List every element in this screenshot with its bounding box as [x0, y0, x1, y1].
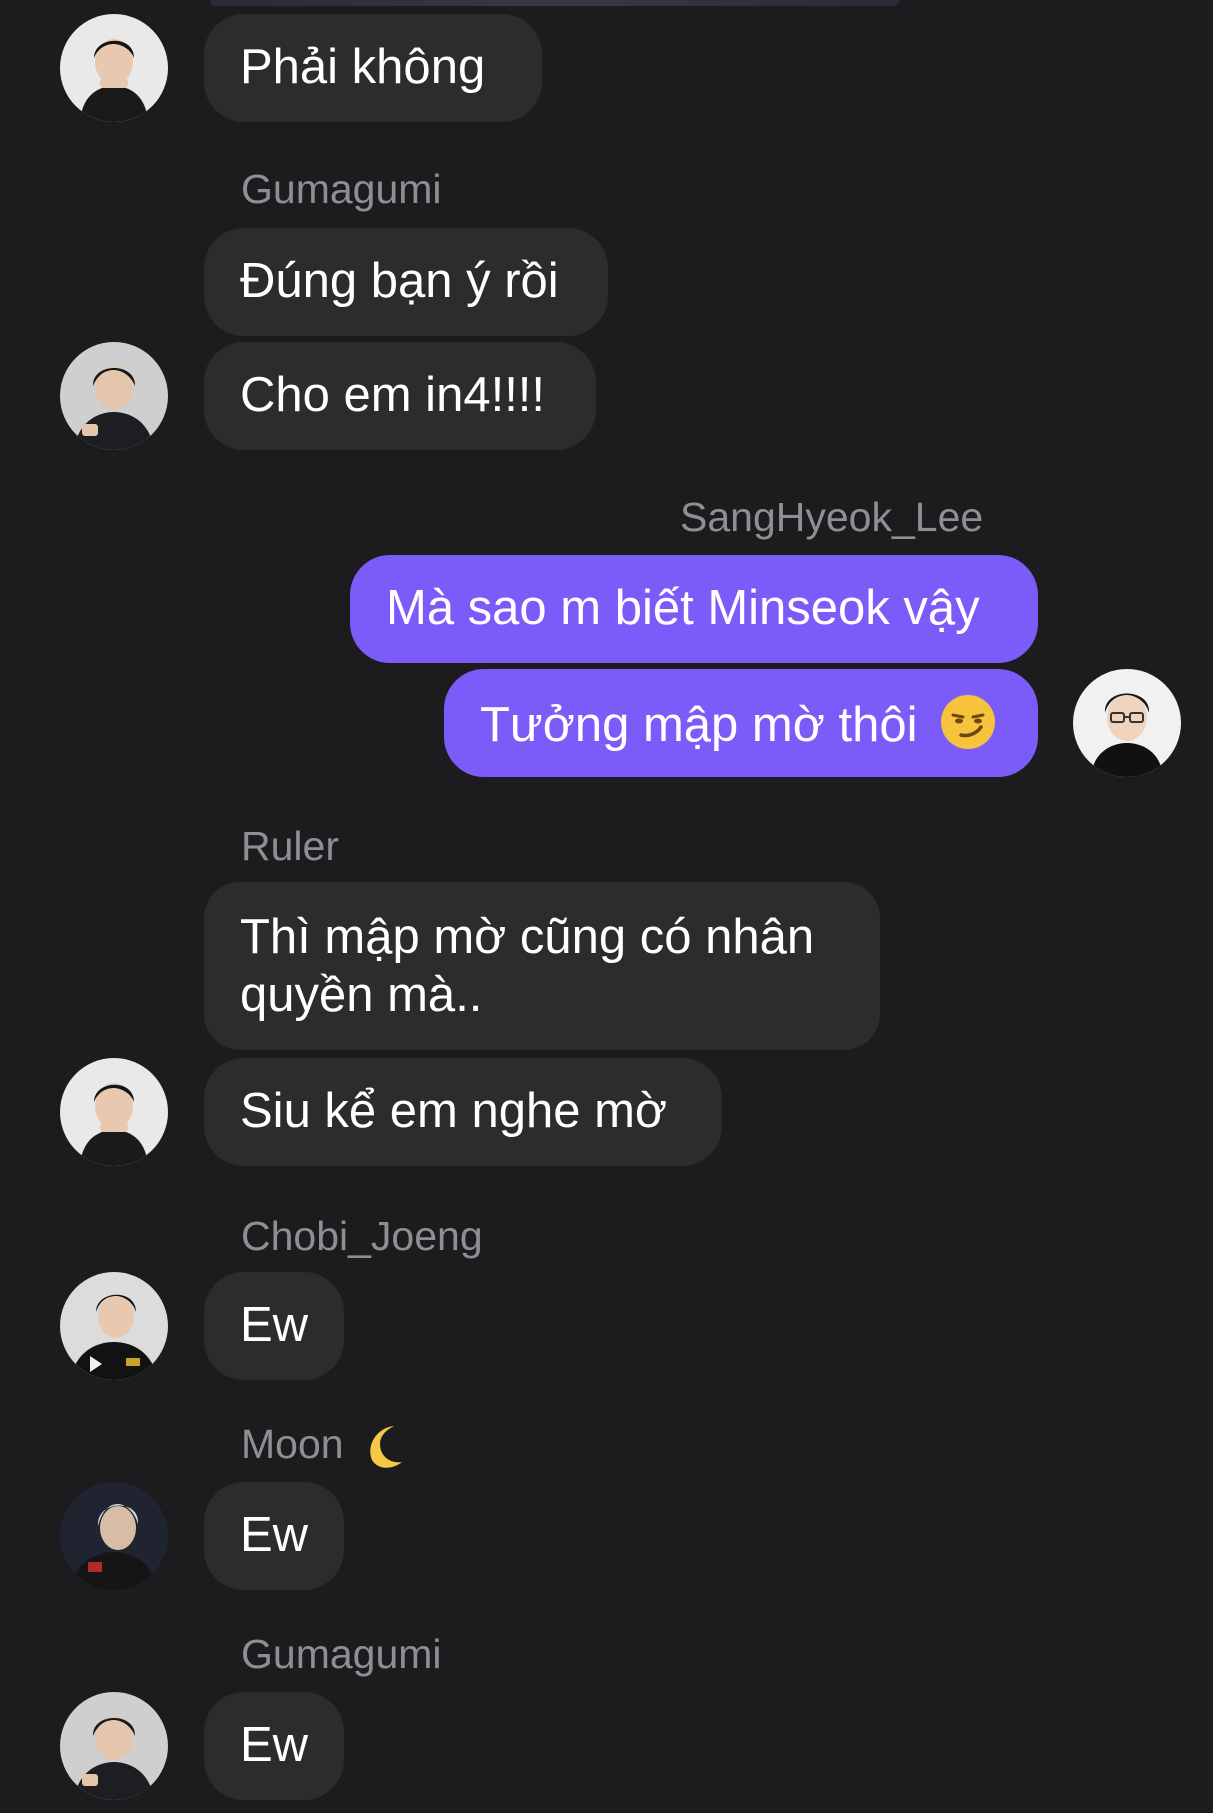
- message-text: Phải không: [240, 40, 486, 94]
- sender-name: SangHyeok_Lee: [680, 494, 984, 540]
- incoming-message-bubble[interactable]: Phải không: [204, 14, 542, 122]
- avatar[interactable]: [60, 14, 168, 122]
- incoming-message-bubble[interactable]: Ew: [204, 1272, 344, 1380]
- avatar[interactable]: [1073, 669, 1181, 777]
- previous-media-edge: [210, 0, 900, 6]
- message-text: Đúng bạn ý rồi: [240, 254, 559, 308]
- message-text: Mà sao m biết Minseok vậy: [386, 581, 980, 635]
- sender-name: Ruler: [241, 823, 339, 869]
- outgoing-message-bubble[interactable]: Mà sao m biết Minseok vậy: [350, 555, 1038, 663]
- incoming-message-bubble[interactable]: Cho em in4!!!!: [204, 342, 596, 450]
- avatar[interactable]: [60, 1058, 168, 1166]
- avatar[interactable]: [60, 1692, 168, 1800]
- message-text: Siu kể em nghe mờ: [240, 1084, 668, 1138]
- smirking-face-emoji: [939, 693, 997, 764]
- incoming-message-bubble[interactable]: Thì mập mờ cũng có nhân quyền mà..: [204, 882, 880, 1050]
- incoming-message-bubble[interactable]: Ew: [204, 1692, 344, 1800]
- incoming-message-bubble[interactable]: Ew: [204, 1482, 344, 1590]
- incoming-message-bubble[interactable]: Siu kể em nghe mờ: [204, 1058, 722, 1166]
- message-text: Ew: [240, 1298, 309, 1352]
- sender-name: Chobi_Joeng: [241, 1213, 483, 1259]
- sender-name: Gumagumi: [241, 1631, 442, 1677]
- avatar[interactable]: [60, 1482, 168, 1590]
- message-text: Thì mập mờ cũng có nhân quyền mà..: [240, 910, 815, 1022]
- message-text: Tưởng mập mờ thôi: [480, 698, 918, 752]
- crescent-moon-emoji: [354, 1420, 406, 1482]
- avatar[interactable]: [60, 1272, 168, 1380]
- sender-name: Gumagumi: [241, 166, 442, 212]
- sender-name-text: Moon: [241, 1421, 344, 1467]
- incoming-message-bubble[interactable]: Đúng bạn ý rồi: [204, 228, 608, 336]
- message-text: Ew: [240, 1508, 309, 1562]
- outgoing-message-bubble[interactable]: Tưởng mập mờ thôi: [444, 669, 1038, 777]
- sender-name: Moon: [241, 1420, 406, 1482]
- message-text: Cho em in4!!!!: [240, 368, 546, 422]
- message-text: Ew: [240, 1718, 309, 1772]
- avatar[interactable]: [60, 342, 168, 450]
